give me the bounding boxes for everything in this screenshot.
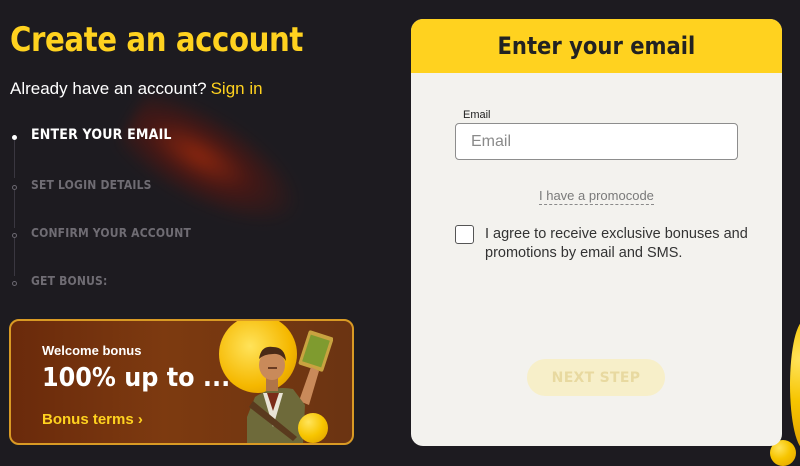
form-title: Enter your email	[497, 32, 696, 60]
bonus-amount: 100% up to ...	[42, 363, 231, 393]
card-header: Enter your email	[411, 19, 782, 73]
bonus-terms-link[interactable]: Bonus terms ›	[42, 411, 143, 428]
signin-prompt: Already have an account?	[10, 79, 207, 98]
email-form-card: Enter your email Email I have a promocod…	[411, 19, 782, 446]
step-label: GET BONUS:	[31, 274, 108, 288]
step-dot-icon	[12, 233, 17, 238]
bonus-heading: Welcome bonus	[42, 343, 142, 358]
step-label: SET LOGIN DETAILS	[31, 178, 152, 192]
step-connector	[14, 140, 15, 178]
email-field[interactable]	[455, 123, 738, 160]
next-step-button[interactable]: NEXT STEP	[527, 359, 665, 396]
agree-text: I agree to receive exclusive bonuses and…	[485, 226, 748, 261]
signin-link[interactable]: Sign in	[211, 79, 263, 98]
welcome-bonus-card: Welcome bonus 100% up to ... Bonus terms…	[9, 319, 354, 445]
step-dot-icon	[12, 281, 17, 286]
agree-checkbox[interactable]	[455, 225, 474, 244]
step-dot-icon	[12, 135, 17, 140]
decorative-ball	[790, 320, 800, 450]
decorative-coin	[298, 413, 328, 443]
step-label: CONFIRM YOUR ACCOUNT	[31, 226, 192, 240]
page-title: Create an account	[10, 20, 303, 60]
email-label: Email	[463, 109, 491, 121]
step-connector	[14, 190, 15, 228]
step-dot-icon	[12, 185, 17, 190]
signin-line: Already have an account? Sign in	[10, 79, 263, 99]
step-label: ENTER YOUR EMAIL	[31, 127, 172, 143]
step-connector	[14, 238, 15, 276]
promocode-link[interactable]: I have a promocode	[539, 188, 654, 205]
